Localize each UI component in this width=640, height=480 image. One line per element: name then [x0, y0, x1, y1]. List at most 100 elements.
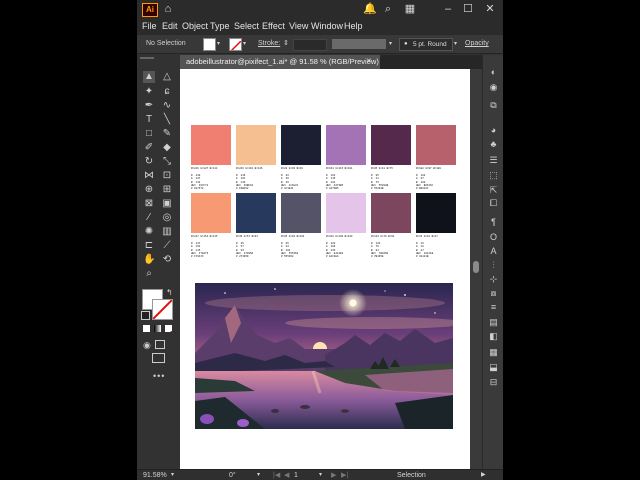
close-tab-icon[interactable]: ✕ — [366, 55, 372, 69]
menu-help[interactable]: Help — [344, 19, 363, 33]
column-graph-tool-icon[interactable]: ▥ — [161, 226, 173, 238]
fill-swatch[interactable] — [203, 38, 216, 51]
color-swatch[interactable] — [236, 193, 276, 233]
gradient-icon[interactable]: ▤ — [488, 317, 499, 328]
perspective-grid-tool-icon[interactable]: ⊞ — [161, 184, 173, 196]
zoom-tool-icon[interactable]: ⌕ — [143, 268, 155, 280]
links-icon[interactable]: ⊟ — [488, 377, 499, 388]
zoom-level[interactable]: 91.58% — [143, 470, 167, 480]
maximize-icon[interactable]: ☐ — [461, 2, 475, 16]
magic-wand-tool-icon[interactable]: ✦ — [143, 86, 155, 98]
type-tool-icon[interactable]: T — [143, 114, 155, 126]
landscape-illustration[interactable] — [195, 283, 453, 429]
draw-mode-icon[interactable]: ◉ — [143, 340, 151, 351]
draw-behind-icon[interactable] — [155, 340, 165, 349]
appearance-icon[interactable]: ▦ — [488, 347, 499, 358]
rectangle-tool-icon[interactable]: □ — [143, 128, 155, 140]
default-fill-stroke-icon[interactable] — [141, 311, 150, 320]
rotation-value[interactable]: 0° — [229, 470, 236, 480]
canvas-area[interactable]: R=240 G=127 B=114 R 240 G 127 B 114 HEX … — [180, 69, 482, 469]
scale-tool-icon[interactable]: ⤡ — [161, 156, 173, 168]
artboard-dropdown-icon[interactable]: ▾ — [319, 470, 322, 480]
search-icon[interactable]: ⌕ — [381, 2, 395, 16]
eyedropper-tool-icon[interactable]: ⁄ — [143, 212, 155, 224]
stroke-weight-input[interactable] — [293, 39, 327, 51]
stroke-icon[interactable]: ≡ — [488, 302, 499, 313]
workspace-icon[interactable]: ▦ — [403, 2, 417, 16]
color-swatch[interactable] — [416, 125, 456, 165]
line-tool-icon[interactable]: ╲ — [161, 114, 173, 126]
properties-icon[interactable]: ◐ — [488, 67, 499, 78]
color-swatch[interactable] — [281, 125, 321, 165]
profile-dropdown-icon[interactable]: ▾ — [389, 38, 392, 50]
color-swatch[interactable] — [326, 193, 366, 233]
paintbrush-tool-icon[interactable]: ✎ — [161, 128, 173, 140]
color-swatch[interactable] — [371, 193, 411, 233]
stroke-label[interactable]: Stroke: — [258, 38, 280, 50]
menu-file[interactable]: File — [142, 19, 157, 33]
stroke-color-box[interactable] — [152, 299, 173, 320]
layers-icon[interactable]: ◉ — [488, 82, 499, 93]
vertical-scrollbar-thumb[interactable] — [473, 261, 479, 273]
symbol-sprayer-tool-icon[interactable]: ✺ — [143, 226, 155, 238]
align-icon[interactable]: ⫶ — [488, 260, 499, 271]
color-swatch[interactable] — [326, 125, 366, 165]
color-mode-icon[interactable] — [143, 325, 150, 332]
color-swatch[interactable] — [371, 125, 411, 165]
vertical-scrollbar[interactable] — [470, 69, 482, 469]
color-icon[interactable]: ◕ — [488, 125, 499, 136]
menu-window[interactable]: Window — [311, 19, 343, 33]
variable-width-profile[interactable] — [332, 39, 386, 49]
width-tool-icon[interactable]: ⋈ — [143, 170, 155, 182]
rotate-view-tool-icon[interactable]: ⟲ — [161, 254, 173, 266]
mesh-tool-icon[interactable]: ⊠ — [143, 198, 155, 210]
screen-mode-icon[interactable] — [152, 353, 165, 363]
menu-view[interactable]: View — [289, 19, 308, 33]
stroke-weight-stepper[interactable]: ⇕ — [283, 38, 289, 50]
graphic-styles-icon[interactable]: ⧠ — [488, 198, 499, 209]
artboard[interactable]: R=240 G=127 B=114 R 240 G 127 B 114 HEX … — [180, 69, 470, 469]
swap-fill-stroke-icon[interactable]: ↰ — [166, 288, 173, 297]
color-swatch[interactable] — [416, 193, 456, 233]
color-swatch[interactable] — [281, 193, 321, 233]
brush-dropdown-icon[interactable]: ▾ — [454, 38, 457, 50]
edit-toolbar-icon[interactable]: ••• — [153, 371, 165, 381]
gradient-mode-icon[interactable] — [154, 325, 161, 332]
gradient-tool-icon[interactable]: ▣ — [161, 198, 173, 210]
curvature-tool-icon[interactable]: ∿ — [161, 100, 173, 112]
shaper-tool-icon[interactable]: ✐ — [143, 142, 155, 154]
hand-tool-icon[interactable]: ✋ — [143, 254, 155, 266]
menu-object[interactable]: Object — [182, 19, 208, 33]
menu-select[interactable]: Select — [234, 19, 259, 33]
previous-artboard-icon[interactable]: ◀ — [284, 470, 289, 480]
selection-tool-icon[interactable]: ▲ — [143, 71, 155, 83]
eraser-tool-icon[interactable]: ◆ — [161, 142, 173, 154]
zoom-dropdown-icon[interactable]: ▾ — [171, 470, 174, 480]
libraries-icon[interactable]: ⧉ — [488, 100, 499, 111]
free-transform-tool-icon[interactable]: ⊡ — [161, 170, 173, 182]
stroke-swatch[interactable] — [229, 38, 242, 51]
color-guide-icon[interactable]: ♣ — [488, 139, 499, 150]
rotate-tool-icon[interactable]: ↻ — [143, 156, 155, 168]
toolbar-grip[interactable] — [140, 57, 154, 59]
pathfinder-icon[interactable]: ⧇ — [488, 288, 499, 299]
lasso-tool-icon[interactable]: ɕ — [161, 86, 173, 98]
pen-tool-icon[interactable]: ✒ — [143, 100, 155, 112]
export-icon[interactable]: ⇱ — [488, 185, 499, 196]
minimize-icon[interactable]: – — [441, 2, 455, 16]
stroke-dropdown-icon[interactable]: ▾ — [243, 38, 246, 50]
symbols-icon[interactable]: ⬚ — [488, 170, 499, 181]
asset-export-icon[interactable]: ⬓ — [488, 362, 499, 373]
home-icon[interactable]: ⌂ — [161, 2, 175, 16]
brush-definition[interactable]: ● 5 pt. Round — [399, 38, 453, 51]
blend-tool-icon[interactable]: ◎ — [161, 212, 173, 224]
opacity-label[interactable]: Opacity — [465, 38, 489, 50]
fill-dropdown-icon[interactable]: ▾ — [217, 38, 220, 50]
direct-selection-tool-icon[interactable]: △ — [161, 71, 173, 83]
color-swatch[interactable] — [191, 125, 231, 165]
bell-icon[interactable]: 🔔 — [363, 2, 377, 16]
none-mode-icon[interactable] — [165, 325, 172, 332]
last-artboard-icon[interactable]: ▶| — [341, 470, 348, 480]
first-artboard-icon[interactable]: |◀ — [273, 470, 280, 480]
character-icon[interactable]: A — [488, 246, 499, 257]
